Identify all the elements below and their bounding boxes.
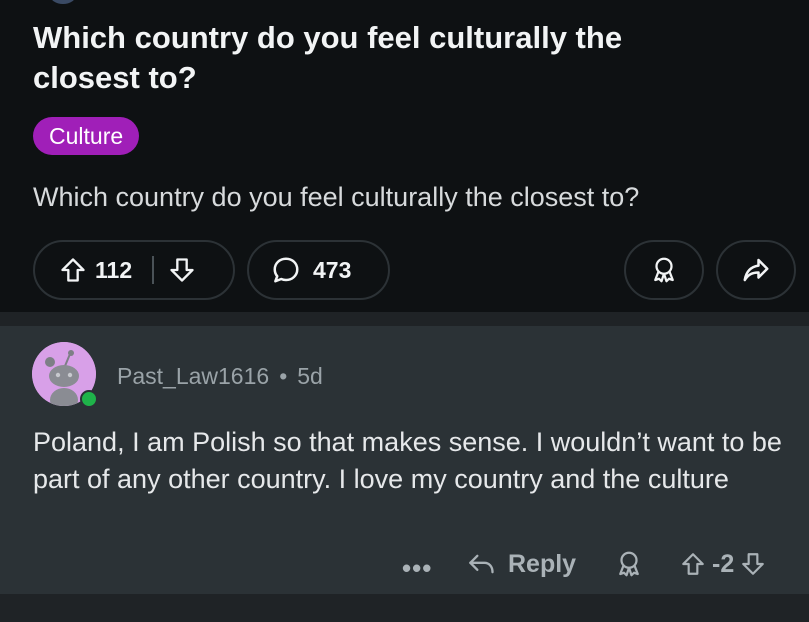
- award-icon: [614, 549, 644, 579]
- comment-count: 473: [313, 256, 352, 283]
- comment-author[interactable]: Past_Law1616: [117, 362, 269, 390]
- reply-label: Reply: [508, 549, 577, 578]
- comment-vote-bar: -2: [680, 544, 766, 584]
- post-score: 112: [95, 256, 133, 283]
- comment-body: Poland, I am Polish so that makes sense.…: [33, 427, 782, 494]
- share-icon: [741, 255, 771, 285]
- post-title: Which country do you feel culturally the…: [33, 20, 623, 95]
- comment-meta: Past_Law1616 • 5d: [117, 362, 323, 390]
- downvote-icon[interactable]: [168, 256, 196, 284]
- reply-arrow-icon: [466, 550, 498, 578]
- post-vote-bar: 112: [33, 240, 235, 300]
- upvote-icon[interactable]: [59, 256, 87, 284]
- comment-age: 5d: [297, 363, 323, 389]
- ellipsis-icon: •••: [402, 552, 433, 583]
- award-icon: [649, 255, 679, 285]
- vote-divider: [152, 256, 155, 284]
- post-flair[interactable]: Culture: [33, 117, 140, 155]
- reply-button[interactable]: Reply: [466, 544, 576, 584]
- comment-downvote-icon[interactable]: [740, 551, 766, 577]
- section-divider: [0, 312, 809, 326]
- comment-score: -2: [712, 549, 735, 578]
- more-options-button[interactable]: •••: [402, 548, 432, 588]
- top-edge-icon: [50, 0, 76, 4]
- share-button[interactable]: [716, 240, 796, 300]
- comment-award-button[interactable]: [614, 544, 644, 584]
- comments-button[interactable]: 473: [247, 240, 390, 300]
- online-status-indicator: [80, 390, 98, 408]
- meta-separator: •: [279, 363, 288, 389]
- award-button[interactable]: [624, 240, 704, 300]
- bottom-divider: [0, 594, 809, 622]
- comment-bubble-icon: [271, 255, 301, 285]
- post-body: Which country do you feel culturally the…: [33, 182, 640, 212]
- comment-upvote-icon[interactable]: [680, 551, 706, 577]
